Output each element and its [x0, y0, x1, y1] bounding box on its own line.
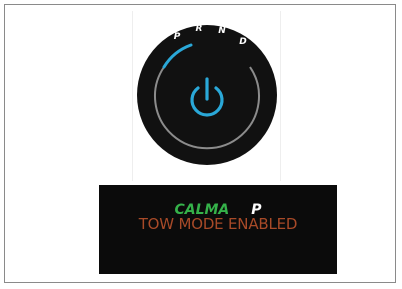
gear-label-d[interactable]: D — [239, 37, 247, 47]
gear-label-r[interactable]: R — [196, 24, 203, 34]
gear-selector-panel: P R N D — [132, 11, 281, 181]
figure-frame: P R N D CALMA P TOW MODE ENABLED — [4, 4, 396, 283]
vehicle-status-display: CALMA P TOW MODE ENABLED — [99, 185, 337, 274]
gear-label-n[interactable]: N — [218, 26, 226, 36]
gear-label-p[interactable]: P — [174, 32, 181, 42]
gear-selector-knob[interactable]: P R N D — [133, 11, 282, 181]
tow-mode-message: TOW MODE ENABLED — [138, 215, 298, 233]
